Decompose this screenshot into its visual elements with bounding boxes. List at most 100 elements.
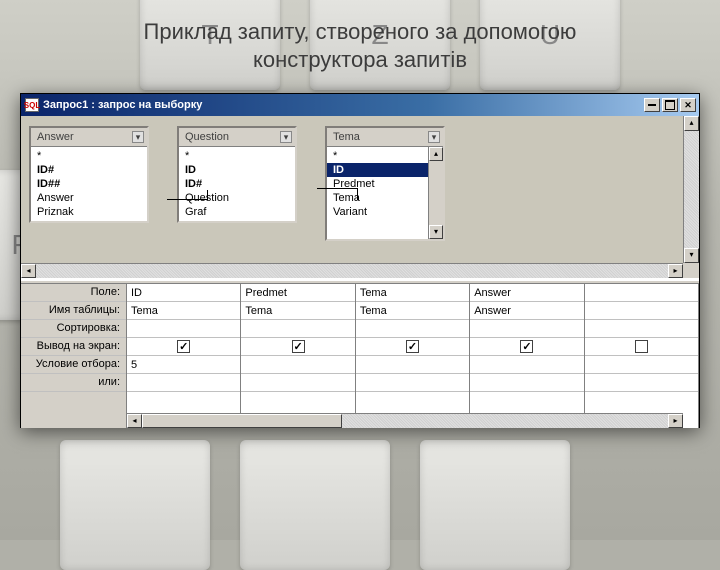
gear-icon[interactable]: ▾ bbox=[132, 131, 144, 143]
checkbox[interactable]: ✓ bbox=[520, 340, 533, 353]
grid-cell[interactable] bbox=[356, 320, 469, 338]
grid-cell[interactable]: 5 bbox=[127, 356, 240, 374]
table-tema[interactable]: Tema ▾ * ID Predmet Tema Variant ▴ ▾ bbox=[325, 126, 445, 241]
grid-cell[interactable] bbox=[585, 320, 698, 338]
titlebar[interactable]: SQL Запрос1 : запрос на выборку bbox=[21, 94, 699, 116]
field-item[interactable]: ID## bbox=[31, 177, 147, 191]
field-item[interactable]: ID# bbox=[31, 163, 147, 177]
row-label-show: Вывод на экран: bbox=[21, 338, 126, 356]
grid-cell[interactable]: Tema bbox=[356, 302, 469, 320]
grid-cell[interactable]: Tema bbox=[356, 284, 469, 302]
table-diagram-pane[interactable]: Answer ▾ * ID# ID## Answer Priznak Quest… bbox=[21, 116, 699, 280]
table-header[interactable]: Answer ▾ bbox=[31, 128, 147, 147]
keyboard-key bbox=[240, 440, 390, 570]
grid-column: AnswerAnswer ✓ bbox=[470, 284, 584, 428]
window-title: Запрос1 : запрос на выборку bbox=[43, 99, 202, 111]
checkbox[interactable]: ✓ bbox=[292, 340, 305, 353]
table-answer[interactable]: Answer ▾ * ID# ID## Answer Priznak bbox=[29, 126, 149, 223]
field-item[interactable]: Priznak bbox=[31, 205, 147, 219]
grid-cell[interactable] bbox=[241, 320, 354, 338]
grid-column: PredmetTema ✓ bbox=[241, 284, 355, 428]
minimize-button[interactable] bbox=[644, 98, 660, 112]
scroll-up-icon[interactable]: ▴ bbox=[684, 116, 699, 131]
scrollbar-vertical[interactable]: ▴ ▾ bbox=[683, 116, 699, 263]
grid-cell[interactable] bbox=[127, 374, 240, 392]
grid-cell[interactable]: Tema bbox=[241, 302, 354, 320]
scroll-down-icon[interactable]: ▾ bbox=[684, 248, 699, 263]
scroll-thumb[interactable] bbox=[142, 414, 342, 428]
join-line bbox=[357, 188, 358, 200]
scroll-left-icon[interactable]: ◂ bbox=[127, 414, 142, 428]
design-grid: Поле: Имя таблицы: Сортировка: Вывод на … bbox=[21, 284, 699, 428]
grid-row-labels: Поле: Имя таблицы: Сортировка: Вывод на … bbox=[21, 284, 127, 428]
grid-cell-show[interactable]: ✓ bbox=[356, 338, 469, 356]
scroll-left-icon[interactable]: ◂ bbox=[21, 264, 36, 278]
table-header[interactable]: Question ▾ bbox=[179, 128, 295, 147]
join-line[interactable] bbox=[317, 188, 357, 189]
close-button[interactable] bbox=[680, 98, 696, 112]
maximize-button[interactable] bbox=[662, 98, 678, 112]
grid-cell[interactable]: Tema bbox=[127, 302, 240, 320]
grid-cell[interactable] bbox=[241, 374, 354, 392]
field-item[interactable]: ID# bbox=[179, 177, 295, 191]
query-icon: SQL bbox=[25, 98, 39, 112]
grid-cell[interactable]: Answer bbox=[470, 284, 583, 302]
scrollbar-vertical[interactable]: ▴ ▾ bbox=[428, 147, 443, 239]
grid-cell[interactable] bbox=[585, 356, 698, 374]
field-item[interactable]: * bbox=[31, 149, 147, 163]
scroll-down-icon[interactable]: ▾ bbox=[429, 225, 443, 239]
field-item[interactable]: ID bbox=[179, 163, 295, 177]
query-design-window: SQL Запрос1 : запрос на выборку Answer ▾… bbox=[20, 93, 700, 428]
scroll-right-icon[interactable]: ▸ bbox=[668, 414, 683, 428]
grid-cell[interactable] bbox=[585, 284, 698, 302]
keyboard-key bbox=[60, 440, 210, 570]
row-label-field: Поле: bbox=[21, 284, 126, 302]
gear-icon[interactable]: ▾ bbox=[428, 131, 440, 143]
grid-cell[interactable] bbox=[241, 356, 354, 374]
checkbox[interactable]: ✓ bbox=[177, 340, 190, 353]
field-item[interactable]: * bbox=[327, 149, 443, 163]
checkbox[interactable] bbox=[635, 340, 648, 353]
grid-cell[interactable] bbox=[470, 374, 583, 392]
grid-cell-show[interactable]: ✓ bbox=[127, 338, 240, 356]
grid-cell[interactable] bbox=[585, 374, 698, 392]
grid-cell-show[interactable]: ✓ bbox=[241, 338, 354, 356]
slide-title: Приклад запиту, створеного за допомогою … bbox=[60, 18, 660, 73]
row-label-sort: Сортировка: bbox=[21, 320, 126, 338]
scroll-right-icon[interactable]: ▸ bbox=[668, 264, 683, 278]
grid-column bbox=[585, 284, 699, 428]
grid-cell[interactable] bbox=[470, 320, 583, 338]
scrollbar-horizontal[interactable]: ◂ ▸ bbox=[21, 263, 683, 278]
field-item[interactable]: Question bbox=[179, 191, 295, 205]
grid-cell[interactable] bbox=[127, 320, 240, 338]
field-item[interactable]: * bbox=[179, 149, 295, 163]
join-line[interactable] bbox=[167, 199, 207, 200]
field-item[interactable]: Variant bbox=[327, 205, 443, 219]
grid-cell[interactable] bbox=[356, 374, 469, 392]
row-label-table: Имя таблицы: bbox=[21, 302, 126, 320]
table-header[interactable]: Tema ▾ bbox=[327, 128, 443, 147]
table-question[interactable]: Question ▾ * ID ID# Question Graf bbox=[177, 126, 297, 223]
grid-cell-show[interactable]: ✓ bbox=[470, 338, 583, 356]
checkbox[interactable]: ✓ bbox=[406, 340, 419, 353]
join-line bbox=[207, 190, 208, 200]
field-item[interactable]: Tema bbox=[327, 191, 443, 205]
grid-cell[interactable] bbox=[356, 356, 469, 374]
grid-cell[interactable] bbox=[470, 356, 583, 374]
field-item-selected[interactable]: ID bbox=[327, 163, 443, 177]
gear-icon[interactable]: ▾ bbox=[280, 131, 292, 143]
row-label-criteria: Условие отбора: bbox=[21, 356, 126, 374]
grid-cell-show[interactable] bbox=[585, 338, 698, 356]
grid-cell[interactable]: Answer bbox=[470, 302, 583, 320]
field-item[interactable]: Graf bbox=[179, 205, 295, 219]
scrollbar-horizontal[interactable]: ◂ ▸ bbox=[127, 413, 683, 428]
grid-column: TemaTema ✓ bbox=[356, 284, 470, 428]
grid-cell[interactable] bbox=[585, 302, 698, 320]
grid-column: IDTema ✓ 5 bbox=[127, 284, 241, 428]
grid-cell[interactable]: Predmet bbox=[241, 284, 354, 302]
scroll-corner bbox=[683, 263, 699, 278]
scroll-up-icon[interactable]: ▴ bbox=[429, 147, 443, 161]
field-item[interactable]: Answer bbox=[31, 191, 147, 205]
grid-cell[interactable]: ID bbox=[127, 284, 240, 302]
row-label-or: или: bbox=[21, 374, 126, 392]
